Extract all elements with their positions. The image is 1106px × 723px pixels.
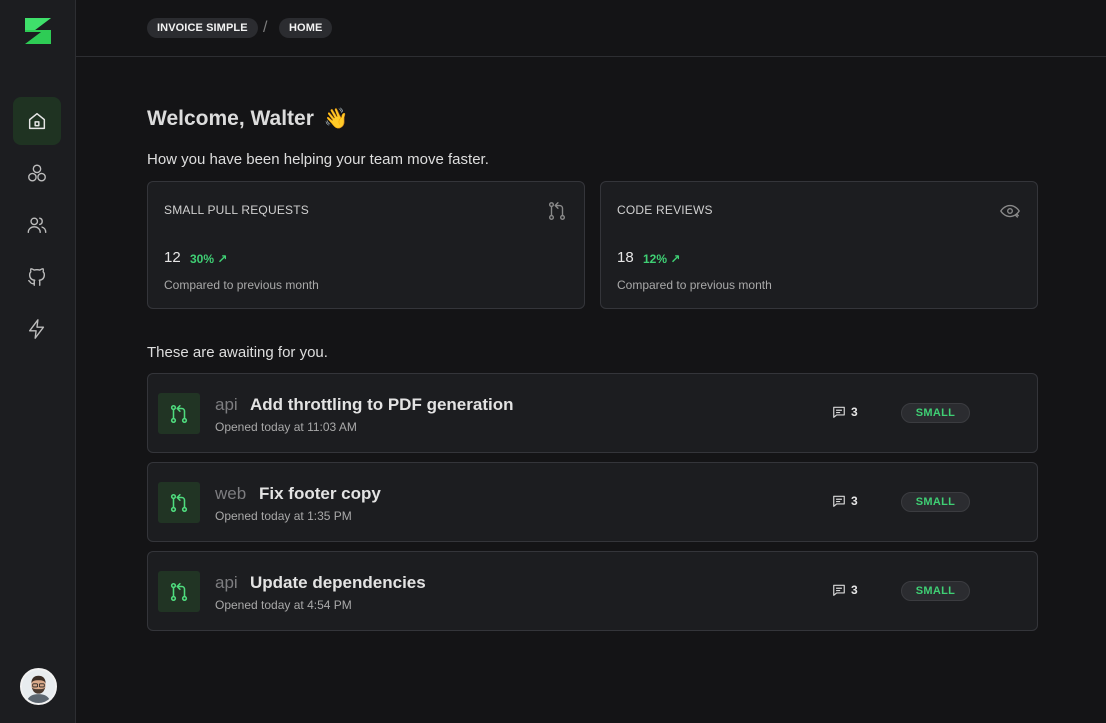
github-icon bbox=[28, 268, 46, 286]
stat-value: 12 bbox=[164, 249, 181, 266]
eye-icon bbox=[1000, 204, 1020, 218]
pull-request-item[interactable]: api Update dependencies Opened today at … bbox=[147, 551, 1038, 631]
size-badge: SMALL bbox=[901, 581, 970, 601]
home-icon bbox=[28, 112, 46, 130]
avatar[interactable] bbox=[20, 668, 57, 705]
pull-request-item[interactable]: api Add throttling to PDF generation Ope… bbox=[147, 373, 1038, 453]
sidebar-item-users[interactable] bbox=[13, 201, 61, 249]
breadcrumb-item-home[interactable]: HOME bbox=[279, 18, 333, 38]
pr-opened-time: Opened today at 1:35 PM bbox=[215, 509, 352, 523]
comment-icon bbox=[833, 495, 845, 507]
pr-repo: api bbox=[215, 395, 238, 414]
stat-change: 30% ↗ bbox=[190, 252, 228, 266]
breadcrumb-item-project[interactable]: INVOICE SIMPLE bbox=[147, 18, 258, 38]
pull-request-icon bbox=[158, 571, 200, 612]
stat-title: SMALL PULL REQUESTS bbox=[164, 203, 309, 217]
pr-title[interactable]: Update dependencies bbox=[250, 573, 426, 593]
pr-comments: 3 bbox=[832, 494, 858, 508]
pr-title[interactable]: Fix footer copy bbox=[259, 484, 381, 504]
comment-count: 3 bbox=[851, 405, 858, 419]
stat-card-small-pull-requests: SMALL PULL REQUESTS 12 30% ↗ Compared to… bbox=[147, 181, 585, 309]
comment-count: 3 bbox=[851, 583, 858, 597]
users-icon bbox=[27, 217, 47, 234]
pr-comments: 3 bbox=[832, 405, 858, 419]
pr-repo: api bbox=[215, 573, 238, 592]
welcome-text: Welcome, Walter bbox=[147, 107, 314, 130]
breadcrumb-separator: / bbox=[263, 19, 268, 36]
comment-count: 3 bbox=[851, 494, 858, 508]
sidebar-item-home[interactable] bbox=[13, 97, 61, 145]
pull-request-item[interactable]: web Fix footer copy Opened today at 1:35… bbox=[147, 462, 1038, 542]
logo-icon[interactable] bbox=[23, 16, 53, 46]
sidebar-item-github[interactable] bbox=[13, 253, 61, 301]
comment-icon bbox=[833, 406, 845, 418]
page-title: Welcome, Walter 👋 bbox=[147, 106, 349, 131]
stat-caption: Compared to previous month bbox=[617, 278, 772, 292]
pull-request-icon bbox=[158, 482, 200, 523]
stat-card-code-reviews: CODE REVIEWS 18 12% ↗ Compared to previo… bbox=[600, 181, 1038, 309]
lightning-icon bbox=[28, 319, 45, 339]
wave-emoji: 👋 bbox=[323, 108, 349, 130]
pr-repo: web bbox=[215, 484, 247, 503]
awaiting-section-title: These are awaiting for you. bbox=[147, 344, 328, 361]
stat-caption: Compared to previous month bbox=[164, 278, 319, 292]
pr-title[interactable]: Add throttling to PDF generation bbox=[250, 395, 513, 415]
stat-value: 18 bbox=[617, 249, 634, 266]
pull-request-icon bbox=[158, 393, 200, 434]
sidebar-item-automations[interactable] bbox=[13, 305, 61, 353]
header: INVOICE SIMPLE / HOME bbox=[76, 0, 1106, 57]
pull-request-icon bbox=[548, 202, 566, 220]
stat-change: 12% ↗ bbox=[643, 252, 681, 266]
comment-icon bbox=[833, 584, 845, 596]
pr-comments: 3 bbox=[832, 583, 858, 597]
pr-opened-time: Opened today at 11:03 AM bbox=[215, 420, 357, 434]
app: INVOICE SIMPLE / HOME Welcome, Walter 👋 … bbox=[0, 0, 1106, 723]
pr-opened-time: Opened today at 4:54 PM bbox=[215, 598, 352, 612]
sidebar-item-teams[interactable] bbox=[13, 149, 61, 197]
stat-title: CODE REVIEWS bbox=[617, 203, 713, 217]
size-badge: SMALL bbox=[901, 403, 970, 423]
sidebar bbox=[0, 0, 76, 723]
page-subtitle: How you have been helping your team move… bbox=[147, 151, 489, 168]
circles-icon bbox=[28, 164, 46, 182]
size-badge: SMALL bbox=[901, 492, 970, 512]
